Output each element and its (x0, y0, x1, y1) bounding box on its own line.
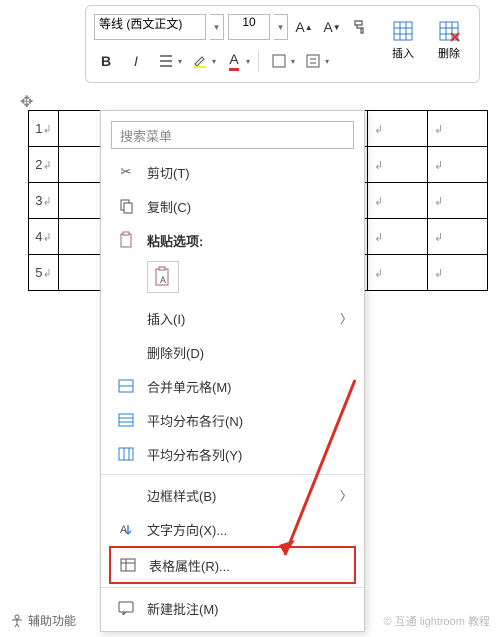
format-painter-icon[interactable] (348, 15, 372, 39)
context-menu: 搜索菜单 ✂ 剪切(T) 复制(C) 粘贴选项: A 插入(I) 〉 删除列(D… (100, 110, 365, 632)
menu-border-style[interactable]: 边框样式(B) 〉 (101, 478, 364, 512)
size-dropdown-icon[interactable]: ▾ (274, 14, 288, 40)
status-bar-accessibility[interactable]: 辅助功能 (10, 612, 76, 629)
cell-align-icon[interactable] (301, 49, 325, 73)
menu-delete-col[interactable]: 删除列(D) (101, 335, 364, 369)
clipboard-icon (115, 229, 137, 251)
increase-font-icon[interactable]: A▲ (292, 15, 316, 39)
menu-search-input[interactable]: 搜索菜单 (111, 121, 354, 149)
menu-merge-cells[interactable]: 合并单元格(M) (101, 369, 364, 403)
table-anchor-icon[interactable]: ✥ (20, 92, 33, 112)
menu-paste-options: 粘贴选项: (101, 223, 364, 257)
insert-label: 插入 (392, 45, 414, 61)
copy-icon (115, 195, 137, 217)
dist-rows-icon (115, 409, 137, 431)
svg-text:A: A (120, 524, 128, 536)
dist-cols-icon (115, 443, 137, 465)
svg-text:A: A (160, 275, 166, 285)
mini-toolbar: 等线 (西文正文) ▾ 10 ▾ A▲ A▼ 插入 删除 B I ▾ ▾ A ▾ (85, 5, 480, 83)
chevron-right-icon: 〉 (340, 310, 352, 327)
highlighted-menu-item: 表格属性(R)... (109, 546, 356, 584)
delete-label: 删除 (438, 45, 460, 61)
border-icon[interactable] (267, 49, 291, 73)
delete-button[interactable]: 删除 (429, 12, 469, 68)
scissors-icon: ✂ (115, 161, 137, 183)
font-dropdown-icon[interactable]: ▾ (210, 14, 224, 40)
paste-option-keep-text[interactable]: A (147, 261, 179, 293)
chevron-right-icon: 〉 (340, 487, 352, 504)
menu-cut[interactable]: ✂ 剪切(T) (101, 155, 364, 189)
font-select[interactable]: 等线 (西文正文) (94, 14, 206, 40)
bold-icon[interactable]: B (94, 49, 118, 73)
insert-button[interactable]: 插入 (383, 12, 423, 68)
font-size-select[interactable]: 10 (228, 14, 270, 40)
highlight-icon[interactable] (188, 49, 212, 73)
menu-dist-rows[interactable]: 平均分布各行(N) (101, 403, 364, 437)
table-properties-icon (117, 554, 139, 576)
menu-copy[interactable]: 复制(C) (101, 189, 364, 223)
decrease-font-icon[interactable]: A▼ (320, 15, 344, 39)
menu-new-comment[interactable]: 新建批注(M) (101, 591, 364, 625)
menu-table-properties[interactable]: 表格属性(R)... (111, 548, 354, 582)
menu-text-direction[interactable]: A 文字方向(X)... (101, 512, 364, 546)
italic-icon[interactable]: I (124, 49, 148, 73)
menu-dist-cols[interactable]: 平均分布各列(Y) (101, 437, 364, 471)
merge-cells-icon (115, 375, 137, 397)
accessibility-icon (10, 614, 24, 628)
text-direction-icon: A (115, 518, 137, 540)
font-color-icon[interactable]: A (222, 49, 246, 73)
align-icon[interactable] (154, 49, 178, 73)
comment-icon (115, 597, 137, 619)
menu-insert[interactable]: 插入(I) 〉 (101, 301, 364, 335)
watermark: © 互通 lightroom 教程 (383, 613, 490, 629)
